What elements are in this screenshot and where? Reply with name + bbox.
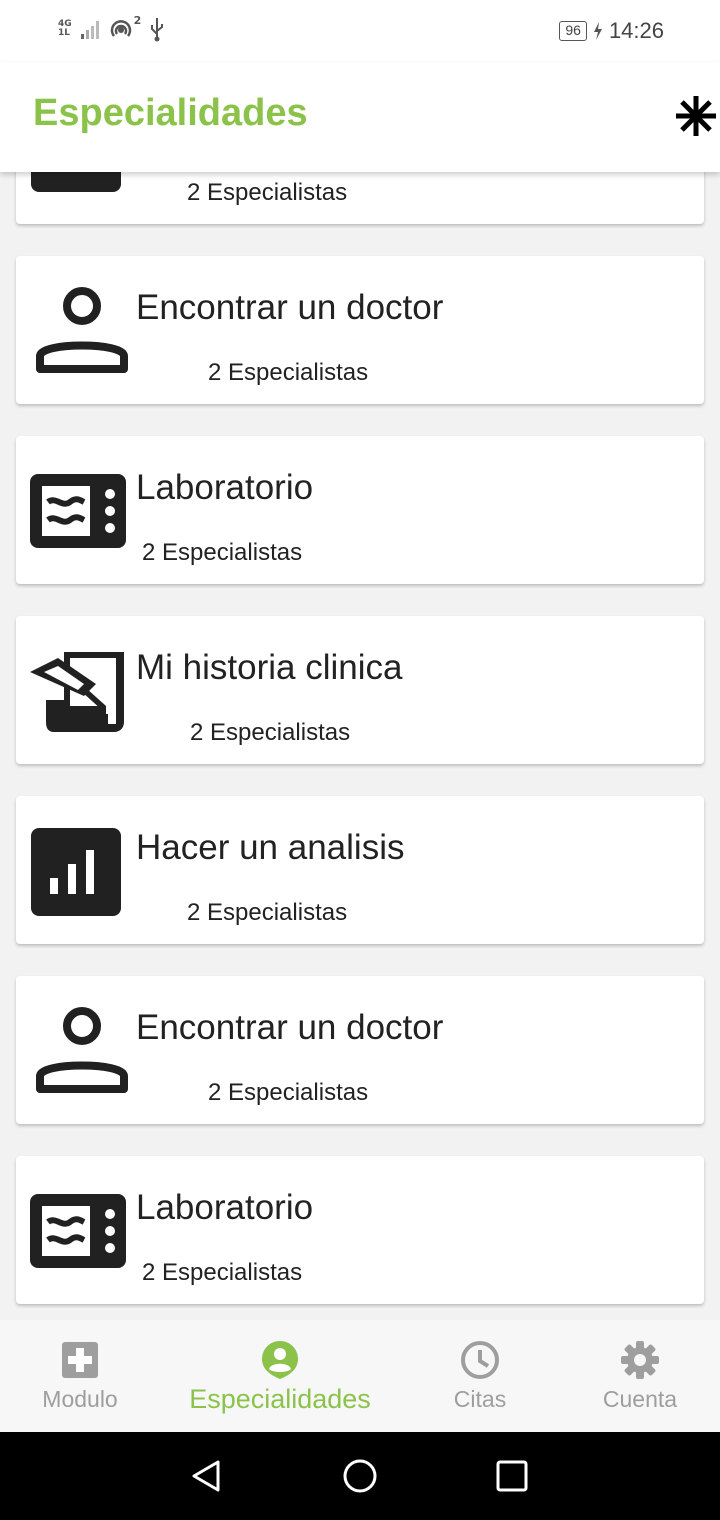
- specialty-title: Laboratorio: [136, 468, 314, 507]
- specialty-count: 2 Especialistas: [142, 1259, 303, 1286]
- calendar-icon: [31, 172, 121, 192]
- page-title: Especialidades: [33, 92, 308, 134]
- clock-time: 14:26: [608, 18, 664, 43]
- specialty-card[interactable]: Hacer un analisis 2 Especialistas: [16, 796, 704, 944]
- nav-item-especialidades[interactable]: Especialidades: [180, 1320, 380, 1432]
- hotspot-icon: [110, 20, 131, 37]
- bottom-navigation: Modulo Especialidades Citas Cuenta: [0, 1320, 720, 1432]
- specialty-card[interactable]: Mi historia clinica 2 Especialistas: [16, 616, 704, 764]
- microwave-icon: [30, 1194, 126, 1268]
- nav-label: Cuenta: [602, 1386, 678, 1412]
- battery-level: 96: [559, 21, 587, 41]
- specialty-card[interactable]: 2 Especialistas: [16, 172, 704, 224]
- nav-item-modulo[interactable]: Modulo: [30, 1320, 130, 1432]
- specialty-count: 2 Especialistas: [208, 1079, 369, 1106]
- hotspot-count: 2: [133, 13, 142, 27]
- specialties-list[interactable]: 2 Especialistas Encontrar un doctor 2 Es…: [0, 172, 720, 1320]
- specialty-count: 2 Especialistas: [187, 179, 348, 206]
- person-icon: [36, 287, 128, 373]
- specialty-card[interactable]: Laboratorio 2 Especialistas: [16, 436, 704, 584]
- specialty-title: Mi historia clinica: [136, 648, 403, 687]
- back-icon[interactable]: [186, 1456, 226, 1496]
- specialty-card[interactable]: Laboratorio 2 Especialistas: [16, 1156, 704, 1304]
- home-icon[interactable]: [340, 1456, 380, 1496]
- specialty-title: Encontrar un doctor: [136, 1008, 444, 1047]
- medical-plus-icon: [62, 1342, 98, 1378]
- specialty-count: 2 Especialistas: [208, 359, 369, 386]
- status-icons-left: 4G 1L 2: [58, 14, 165, 44]
- clock-icon: [461, 1341, 499, 1379]
- gear-icon: [621, 1341, 659, 1379]
- status-bar: 4G 1L 2 96 14:26: [0, 0, 720, 62]
- recents-icon[interactable]: [492, 1456, 532, 1496]
- debug-asterisk-icon[interactable]: [674, 94, 718, 138]
- microwave-icon: [30, 474, 126, 548]
- system-navigation-bar: [0, 1432, 720, 1520]
- doctor-pin-icon: [262, 1341, 298, 1379]
- specialty-card[interactable]: Encontrar un doctor 2 Especialistas: [16, 976, 704, 1124]
- analytics-icon: [31, 828, 121, 916]
- charging-icon: [593, 22, 602, 40]
- nav-item-citas[interactable]: Citas: [430, 1320, 530, 1432]
- signal-icon: [80, 21, 99, 39]
- nav-label: Citas: [453, 1386, 507, 1412]
- specialty-count: 2 Especialistas: [190, 719, 351, 746]
- nav-item-cuenta[interactable]: Cuenta: [590, 1320, 690, 1432]
- history-edu-icon: [30, 652, 124, 732]
- specialty-count: 2 Especialistas: [142, 539, 303, 566]
- specialty-title: Laboratorio: [136, 1188, 314, 1227]
- person-icon: [36, 1007, 128, 1093]
- specialty-title: Hacer un analisis: [136, 828, 405, 867]
- specialty-card[interactable]: Encontrar un doctor 2 Especialistas: [16, 256, 704, 404]
- app-bar: Especialidades: [0, 62, 720, 172]
- status-icons-right: 96 14:26: [559, 14, 664, 48]
- specialty-count: 2 Especialistas: [187, 899, 348, 926]
- nav-label: Especialidades: [189, 1384, 371, 1414]
- usb-icon: [151, 18, 164, 42]
- network-subtype: 1L: [58, 28, 70, 38]
- specialty-title: Encontrar un doctor: [136, 288, 444, 327]
- nav-label: Modulo: [42, 1386, 118, 1412]
